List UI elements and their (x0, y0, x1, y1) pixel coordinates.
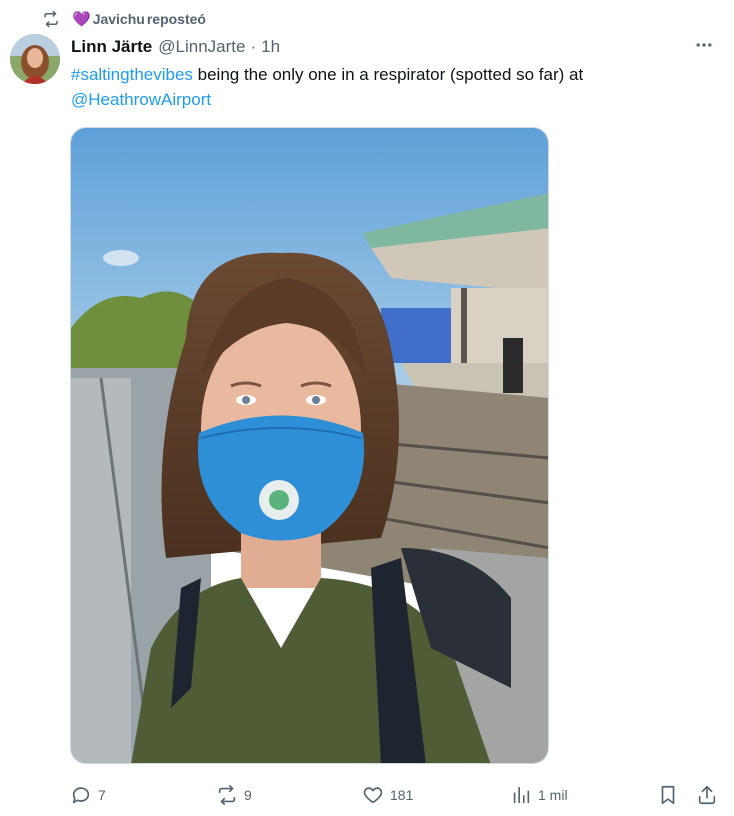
repost-count: 9 (244, 787, 252, 803)
tweet-body-text: being the only one in a respirator (spot… (192, 65, 584, 84)
tweet-header: Linn Järte @LinnJarte · 1h (71, 36, 722, 58)
avatar[interactable] (10, 34, 60, 84)
repost-user-name: Javichu (92, 11, 145, 27)
heart-icon (362, 784, 384, 806)
repost-user-link[interactable]: 💜 Javichu reposteó (72, 11, 206, 27)
views-count: 1 mil (538, 787, 568, 803)
repost-context: 💜 Javichu reposteó (40, 8, 206, 30)
separator-dot: · (250, 37, 257, 56)
reply-count: 7 (98, 787, 106, 803)
views-button[interactable]: 1 mil (510, 782, 568, 808)
tweet-action-bar: 7 9 181 1 mil (70, 782, 720, 808)
like-button[interactable]: 181 (362, 782, 413, 808)
hashtag-link[interactable]: #saltingthevibes (71, 65, 193, 84)
bookmark-icon (657, 784, 679, 806)
bookmark-button[interactable] (657, 782, 679, 808)
repost-button[interactable]: 9 (216, 782, 252, 808)
share-button[interactable] (696, 782, 718, 808)
share-icon (696, 784, 718, 806)
repost-icon (40, 8, 62, 30)
repost-label: reposteó (146, 11, 206, 27)
reply-button[interactable]: 7 (70, 782, 106, 808)
author-handle[interactable]: @LinnJarte (158, 37, 245, 57)
tweet-text: #saltingthevibes being the only one in a… (71, 62, 691, 112)
reply-icon (70, 784, 92, 806)
views-icon (510, 784, 532, 806)
more-icon (694, 35, 714, 60)
author-name[interactable]: Linn Järte (71, 37, 152, 57)
like-count: 181 (390, 787, 414, 803)
purple-heart-emoji: 💜 (72, 10, 91, 28)
repost-icon (216, 784, 238, 806)
timestamp[interactable]: 1h (261, 37, 280, 57)
tweet-photo[interactable] (70, 127, 549, 764)
mention-link[interactable]: @HeathrowAirport (71, 90, 211, 109)
more-options-button[interactable] (690, 33, 718, 61)
